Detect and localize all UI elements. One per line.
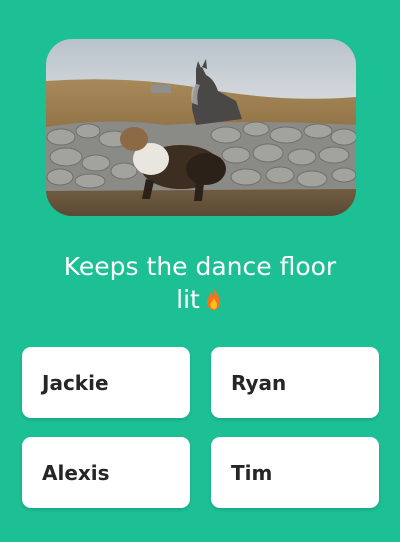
question-text-line-1: Keeps the dance floor — [63, 252, 337, 281]
answer-option-alexis[interactable]: Alexis — [22, 437, 190, 508]
answer-option-label: Jackie — [42, 370, 109, 395]
question-text-line-2: lit — [176, 285, 200, 314]
answer-option-jackie[interactable]: Jackie — [22, 347, 190, 418]
question-image — [46, 39, 356, 216]
answer-option-label: Ryan — [231, 370, 287, 395]
answer-option-label: Alexis — [42, 460, 110, 485]
horses-photo-illustration — [46, 39, 356, 216]
answer-option-label: Tim — [231, 460, 273, 485]
answer-option-ryan[interactable]: Ryan — [211, 347, 379, 418]
answer-option-tim[interactable]: Tim — [211, 437, 379, 508]
fire-icon — [204, 286, 224, 319]
question-prompt: Keeps the dance floor lit — [30, 250, 370, 319]
